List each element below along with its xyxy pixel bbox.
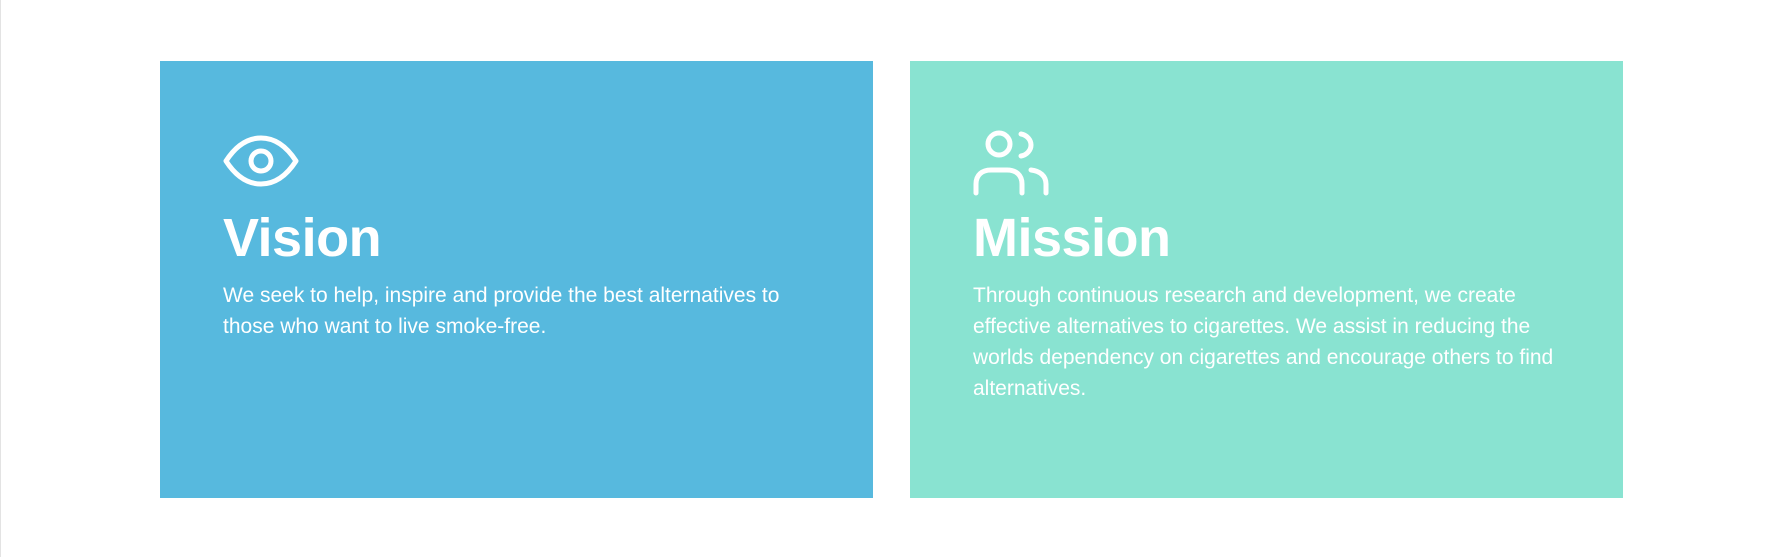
mission-description: Through continuous research and developm… <box>973 284 1554 400</box>
mission-card: Mission Through continuous research and … <box>910 61 1623 498</box>
users-icon <box>973 130 1049 196</box>
eye-icon <box>223 134 299 188</box>
vision-card: Vision We seek to help, inspire and prov… <box>160 61 873 498</box>
mission-title: Mission <box>973 208 1171 268</box>
vision-description: We seek to help, inspire and provide the… <box>223 284 780 338</box>
page: Vision We seek to help, inspire and prov… <box>0 0 1786 557</box>
vision-title: Vision <box>223 208 382 268</box>
